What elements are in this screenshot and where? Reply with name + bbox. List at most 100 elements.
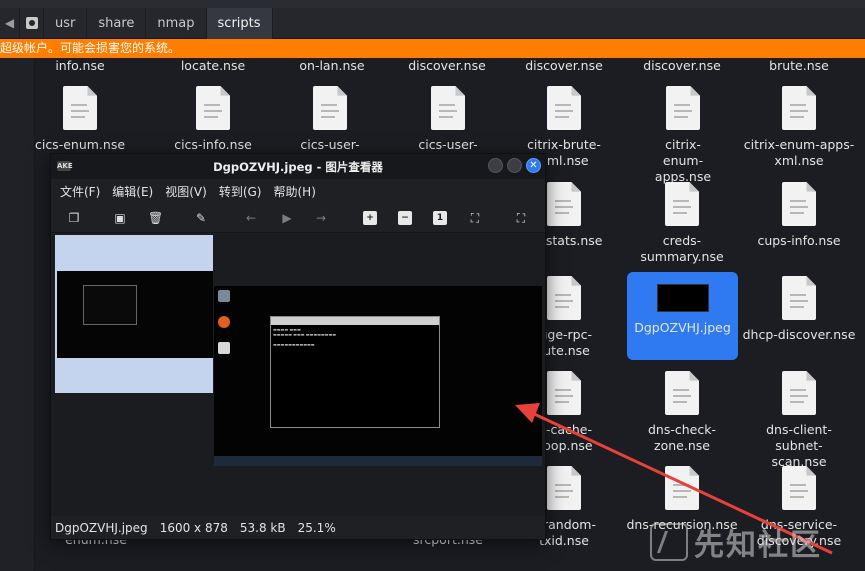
crumb-nmap[interactable]: nmap <box>146 7 207 39</box>
viewer-statusbar: DgpOZVHJ.jpeg 1600 x 878 53.8 kB 25.1% <box>51 516 545 540</box>
file-name: dns-check-zone.nse <box>648 422 716 453</box>
document-icon <box>782 182 816 226</box>
file-name: brute.nse <box>769 58 829 73</box>
root-warning-banner: 超级帐户。可能会损害您的系统。 <box>0 39 865 58</box>
image-thumbnail <box>656 284 709 312</box>
file-name: DgpOZVHJ.jpeg <box>634 320 731 335</box>
file-item[interactable]: citrix-enum-apps.nse <box>624 86 742 185</box>
desktop-browser-icon <box>218 316 230 328</box>
file-item[interactable]: dns-client-subnet-scan.nse <box>741 371 857 470</box>
desktop-recycle-icon <box>218 290 230 302</box>
file-item[interactable]: dhcp-discover.nse <box>741 276 857 343</box>
file-name: discover.nse <box>643 58 721 73</box>
play-icon[interactable]: ▶ <box>280 211 294 225</box>
menu-file[interactable]: 文件(F) <box>60 183 100 200</box>
document-icon <box>196 86 230 130</box>
document-icon <box>666 86 700 130</box>
file-name: discover.nse <box>525 58 603 73</box>
file-name: citrix-enum-apps-xml.nse <box>743 137 855 168</box>
crumb-usr[interactable]: usr <box>44 7 88 39</box>
viewer-title: DgpOZVHJ.jpeg - 图片查看器 <box>213 159 383 174</box>
file-item[interactable]: dns-check-zone.nse <box>624 371 740 454</box>
edit-icon[interactable]: ✎ <box>194 211 208 225</box>
watermark: 先知社区 <box>650 517 855 567</box>
disk-icon[interactable] <box>20 7 44 39</box>
cmd-window-in-image: ▬▬▬▬ ▬▬▬ ▬▬▬▬▬ ▬▬▬ ▬▬▬▬▬▬▬▬ ▬▬▬▬▬▬▬▬▬▬▬ <box>270 316 440 428</box>
file-item[interactable]: discover.nse <box>506 58 622 74</box>
zoom-out-icon[interactable]: − <box>398 211 412 225</box>
file-item[interactable]: discover.nse <box>389 58 505 74</box>
thumbnail-pane[interactable] <box>55 235 213 393</box>
file-name: cics-enum.nse <box>34 137 126 152</box>
file-item[interactable]: info.nse <box>22 58 138 74</box>
file-name: locate.nse <box>180 58 246 73</box>
crumb-share[interactable]: share <box>87 7 147 39</box>
minimize-button[interactable] <box>488 158 503 173</box>
file-item[interactable]: cups-info.nse <box>741 182 857 249</box>
fullscreen-icon[interactable]: ⛶ <box>514 211 528 225</box>
document-icon <box>782 371 816 415</box>
file-item[interactable]: locate.nse <box>155 58 271 74</box>
menu-go[interactable]: 转到(G) <box>219 183 262 200</box>
file-item[interactable]: on-lan.nse <box>274 58 390 74</box>
delete-icon[interactable]: 🗑 <box>148 211 163 225</box>
file-name: creds-summary.nse <box>640 233 724 264</box>
file-manager-window: { "path_bar": { "crumbs": ["usr", "share… <box>0 0 865 571</box>
file-item[interactable]: cics-enum.nse <box>22 86 138 153</box>
watermark-logo-icon <box>650 523 688 561</box>
copy-icon[interactable]: ❐ <box>67 211 81 225</box>
path-bar: ◀ usr share nmap scripts <box>0 7 865 39</box>
file-name: citrix-enum-apps.nse <box>654 137 712 184</box>
document-icon <box>547 371 581 415</box>
viewer-canvas: ▬▬▬▬ ▬▬▬ ▬▬▬▬▬ ▬▬▬ ▬▬▬▬▬▬▬▬ ▬▬▬▬▬▬▬▬▬▬▬ <box>51 234 545 516</box>
document-icon <box>782 86 816 130</box>
document-icon <box>63 86 97 130</box>
close-button[interactable]: ✕ <box>526 158 541 173</box>
viewer-titlebar[interactable]: AKE DgpOZVHJ.jpeg - 图片查看器 ✕ <box>51 154 545 179</box>
status-filename: DgpOZVHJ.jpeg <box>55 521 148 535</box>
fit-window-icon[interactable]: ⛶ <box>468 211 482 225</box>
viewer-app-icon: AKE <box>57 161 73 171</box>
file-item[interactable]: cics-info.nse <box>155 86 271 153</box>
document-icon <box>547 466 581 510</box>
status-size: 53.8 kB <box>239 521 286 535</box>
document-icon <box>547 86 581 130</box>
image-viewer-window: AKE DgpOZVHJ.jpeg - 图片查看器 ✕ 文件(F) 编辑(E) … <box>50 153 546 540</box>
file-item[interactable]: discover.nse <box>624 58 740 74</box>
crumb-scripts[interactable]: scripts <box>206 7 273 39</box>
save-icon[interactable]: ▣ <box>113 211 127 225</box>
file-name: dns-client-subnet-scan.nse <box>766 422 832 469</box>
document-icon <box>431 86 465 130</box>
document-icon <box>313 86 347 130</box>
watermark-text: 先知社区 <box>694 528 822 563</box>
file-item[interactable]: brute.nse <box>741 58 857 74</box>
file-name: cics-info.nse <box>174 137 252 152</box>
document-icon <box>547 182 581 226</box>
document-icon <box>665 466 699 510</box>
image-taskbar <box>214 456 542 466</box>
document-icon <box>782 276 816 320</box>
document-icon <box>547 276 581 320</box>
back-arrow-icon[interactable]: ◀ <box>0 7 20 39</box>
document-icon <box>665 371 699 415</box>
status-zoom: 25.1% <box>297 521 336 535</box>
previous-icon[interactable]: ← <box>244 211 258 225</box>
file-item-selected[interactable]: DgpOZVHJ.jpeg <box>627 272 738 360</box>
status-dimensions: 1600 x 878 <box>159 521 228 535</box>
maximize-button[interactable] <box>507 158 522 173</box>
file-name: info.nse <box>55 58 105 73</box>
file-name: dhcp-discover.nse <box>742 327 856 342</box>
file-item[interactable]: creds-summary.nse <box>624 182 740 265</box>
menu-view[interactable]: 视图(V) <box>165 183 207 200</box>
menu-edit[interactable]: 编辑(E) <box>112 183 153 200</box>
file-name: on-lan.nse <box>299 58 365 73</box>
thumbnail-image[interactable] <box>57 271 213 358</box>
file-item[interactable]: citrix-enum-apps-xml.nse <box>741 86 857 169</box>
next-icon[interactable]: → <box>314 211 328 225</box>
zoom-in-icon[interactable]: + <box>363 211 377 225</box>
zoom-100-icon[interactable]: 1 <box>433 211 447 225</box>
menu-help[interactable]: 帮助(H) <box>273 183 315 200</box>
document-icon <box>665 182 699 226</box>
viewer-toolbar: ❐ ▣ 🗑 ✎ ← ▶ → + − 1 ⛶ ⛶ <box>51 203 545 233</box>
file-name: discover.nse <box>408 58 486 73</box>
